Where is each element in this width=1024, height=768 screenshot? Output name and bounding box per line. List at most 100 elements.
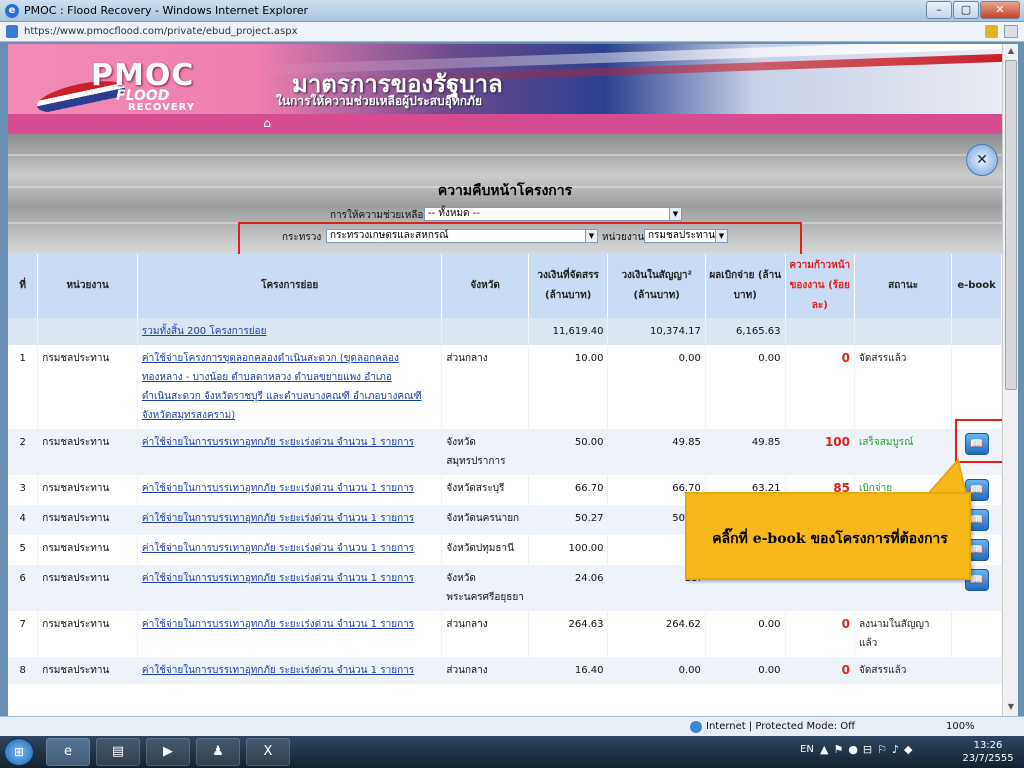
site-logo[interactable]: PMOC FLOOD RECOVERY bbox=[34, 58, 216, 120]
total-status bbox=[854, 318, 953, 345]
security-zone[interactable]: Internet | Protected Mode: Off bbox=[706, 721, 855, 732]
page-heading: ความคืบหน้าโครงการ bbox=[437, 183, 573, 199]
table-row: 2 กรมชลประทาน ค่าใช้จ่ายในการบรรเทาอุทกภัย… bbox=[8, 429, 1002, 475]
scroll-thumb[interactable] bbox=[1005, 60, 1017, 390]
row-status: จัดสรรแล้ว bbox=[854, 657, 953, 684]
compatibility-view-icon[interactable] bbox=[1004, 25, 1018, 38]
total-link[interactable]: รวมทั้งสิ้น 200 โครงการย่อย bbox=[142, 326, 267, 337]
project-link[interactable]: ค่าใช้จ่ายในการบรรเทาอุทกภัย ระยะเร่งด่ว… bbox=[142, 437, 414, 448]
globe-icon bbox=[690, 721, 702, 733]
total-allocated: 11,619.40 bbox=[528, 318, 609, 345]
col-header-ebook: e-book bbox=[951, 254, 1002, 318]
taskbar-ie[interactable]: e bbox=[46, 738, 90, 766]
clock-date: 23/7/2555 bbox=[962, 753, 1014, 764]
project-link[interactable]: ค่าใช้จ่ายในการบรรเทาอุทกภัย ระยะเร่งด่ว… bbox=[142, 665, 414, 676]
taskbar-app[interactable]: ♟ bbox=[196, 738, 240, 766]
row-progress: 0 bbox=[785, 345, 855, 429]
instruction-callout: คลิ๊กที่ e-book ของโครงการที่ต้องการ bbox=[685, 492, 971, 580]
table-header-row: ที่ หน่วยงาน โครงการย่อย จังหวัด วงเงินท… bbox=[8, 254, 1002, 318]
windows-taskbar: ⊞ e ▤ ▶ ♟ X EN ▲⚑●⊟⚐♪◆ 13:26 23/7/2555 bbox=[0, 736, 1024, 768]
row-province: จังหวัดสระบุรี bbox=[441, 475, 529, 505]
chevron-down-icon[interactable]: ▼ bbox=[715, 230, 727, 242]
vertical-scrollbar[interactable]: ▲ ▼ bbox=[1002, 44, 1018, 716]
row-province: จังหวัดนครนายก bbox=[441, 505, 529, 535]
total-contract: 10,374.17 bbox=[607, 318, 706, 345]
close-button[interactable]: ✕ bbox=[980, 1, 1020, 19]
tools-icon[interactable]: ✕ bbox=[966, 144, 998, 176]
ministry-select[interactable]: กระทรวงเกษตรและสหกรณ์ ▼ bbox=[326, 229, 598, 243]
col-header-province: จังหวัด bbox=[441, 254, 529, 318]
taskbar-excel[interactable]: X bbox=[246, 738, 290, 766]
chevron-down-icon[interactable]: ▼ bbox=[585, 230, 597, 242]
table-row: 1 กรมชลประทาน ค่าใช้จ่ายโครงการขุดลอกคลองด… bbox=[8, 345, 1002, 429]
row-province: จังหวัดปทุมธานี bbox=[441, 535, 529, 565]
project-link[interactable]: ค่าใช้จ่ายในการบรรเทาอุทกภัย ระยะเร่งด่ว… bbox=[142, 513, 414, 524]
agency-label: หน่วยงาน bbox=[602, 232, 645, 243]
col-header-project: โครงการย่อย bbox=[137, 254, 443, 318]
lock-icon[interactable] bbox=[985, 25, 998, 38]
col-header-progress: ความก้าวหน้าของงาน (ร้อยละ) bbox=[785, 254, 855, 318]
row-ebook bbox=[951, 611, 1002, 657]
total-progress bbox=[785, 318, 855, 345]
scroll-down-icon[interactable]: ▼ bbox=[1005, 702, 1017, 714]
home-icon[interactable]: ⌂ bbox=[260, 116, 274, 130]
page-viewport: PMOC FLOOD RECOVERY มาตรการของรัฐบาล ในก… bbox=[8, 44, 1002, 716]
row-progress: 0 bbox=[785, 611, 855, 657]
scroll-up-icon[interactable]: ▲ bbox=[1005, 46, 1017, 58]
callout-text: คลิ๊กที่ e-book ของโครงการที่ต้องการ bbox=[712, 531, 948, 547]
project-link[interactable]: ค่าใช้จ่ายในการบรรเทาอุทกภัย ระยะเร่งด่ว… bbox=[142, 543, 414, 554]
total-no bbox=[8, 318, 39, 345]
row-province: ส่วนกลาง bbox=[441, 345, 529, 429]
zoom-level[interactable]: 100% bbox=[946, 721, 975, 732]
ie-icon: e bbox=[5, 4, 19, 18]
agency-select[interactable]: กรมชลประทาน ▼ bbox=[644, 229, 728, 243]
maximize-button[interactable]: ▢ bbox=[953, 1, 979, 19]
minimize-button[interactable]: – bbox=[926, 1, 952, 19]
taskbar-clock[interactable]: 13:26 23/7/2555 bbox=[960, 739, 1016, 765]
start-button[interactable]: ⊞ bbox=[4, 738, 34, 766]
row-status: ลงนามในสัญญาแล้ว bbox=[854, 611, 953, 657]
project-link[interactable]: ค่าใช้จ่ายโครงการขุดลอกคลองดำเนินสะดวก (… bbox=[142, 353, 422, 421]
project-link[interactable]: ค่าใช้จ่ายในการบรรเทาอุทกภัย ระยะเร่งด่ว… bbox=[142, 619, 414, 630]
col-header-contract: วงเงินในสัญญา² (ล้านบาท) bbox=[607, 254, 706, 318]
ministry-label: กระทรวง bbox=[282, 232, 322, 243]
assistance-select[interactable]: -- ทั้งหมด -- ▼ bbox=[424, 207, 682, 221]
row-project: ค่าใช้จ่ายโครงการขุดลอกคลองดำเนินสะดวก (… bbox=[137, 345, 443, 429]
row-agency: กรมชลประทาน bbox=[37, 429, 138, 475]
project-link[interactable]: ค่าใช้จ่ายในการบรรเทาอุทกภัย ระยะเร่งด่ว… bbox=[142, 483, 414, 494]
window-title: PMOC : Flood Recovery - Windows Internet… bbox=[24, 4, 309, 17]
row-contract: 0.00 bbox=[607, 345, 706, 429]
row-allocated: 24.06 bbox=[528, 565, 609, 611]
row-contract: 0.00 bbox=[607, 657, 706, 684]
row-agency: กรมชลประทาน bbox=[37, 611, 138, 657]
ebook-highlight-box bbox=[955, 419, 1002, 463]
row-allocated: 264.63 bbox=[528, 611, 609, 657]
agency-select-value: กรมชลประทาน bbox=[648, 230, 716, 241]
row-project: ค่าใช้จ่ายในการบรรเทาอุทกภัย ระยะเร่งด่ว… bbox=[137, 535, 443, 565]
clock-time: 13:26 bbox=[973, 740, 1003, 751]
row-status: เสร็จสมบูรณ์ bbox=[854, 429, 953, 475]
table-row: 8 กรมชลประทาน ค่าใช้จ่ายในการบรรเทาอุทกภัย… bbox=[8, 657, 1002, 684]
row-progress: 100 bbox=[785, 429, 855, 475]
tray-icons[interactable]: ▲⚑●⊟⚐♪◆ bbox=[820, 743, 917, 756]
row-agency: กรมชลประทาน bbox=[37, 475, 138, 505]
col-header-disbursed: ผลเบิกจ่าย (ล้านบาท) bbox=[705, 254, 786, 318]
assistance-select-value: -- ทั้งหมด -- bbox=[428, 208, 480, 219]
address-bar[interactable]: https://www.pmocflood.com/private/ebud_p… bbox=[0, 22, 1024, 42]
language-indicator[interactable]: EN bbox=[800, 744, 814, 755]
taskbar-media-player[interactable]: ▶ bbox=[146, 738, 190, 766]
total-agency bbox=[37, 318, 138, 345]
chevron-down-icon[interactable]: ▼ bbox=[669, 208, 681, 220]
row-no: 5 bbox=[8, 535, 39, 565]
page-icon bbox=[6, 25, 18, 38]
row-project: ค่าใช้จ่ายในการบรรเทาอุทกภัย ระยะเร่งด่ว… bbox=[137, 505, 443, 535]
address-url[interactable]: https://www.pmocflood.com/private/ebud_p… bbox=[24, 26, 298, 37]
browser-statusbar: Internet | Protected Mode: Off 100% bbox=[0, 716, 1024, 736]
row-no: 1 bbox=[8, 345, 39, 429]
project-link[interactable]: ค่าใช้จ่ายในการบรรเทาอุทกภัย ระยะเร่งด่ว… bbox=[142, 573, 414, 584]
row-disbursed: 0.00 bbox=[705, 345, 786, 429]
site-banner: PMOC FLOOD RECOVERY มาตรการของรัฐบาล ในก… bbox=[8, 44, 1002, 134]
taskbar-explorer[interactable]: ▤ bbox=[96, 738, 140, 766]
project-table: ที่ หน่วยงาน โครงการย่อย จังหวัด วงเงินท… bbox=[8, 254, 1002, 684]
col-header-status: สถานะ bbox=[854, 254, 953, 318]
